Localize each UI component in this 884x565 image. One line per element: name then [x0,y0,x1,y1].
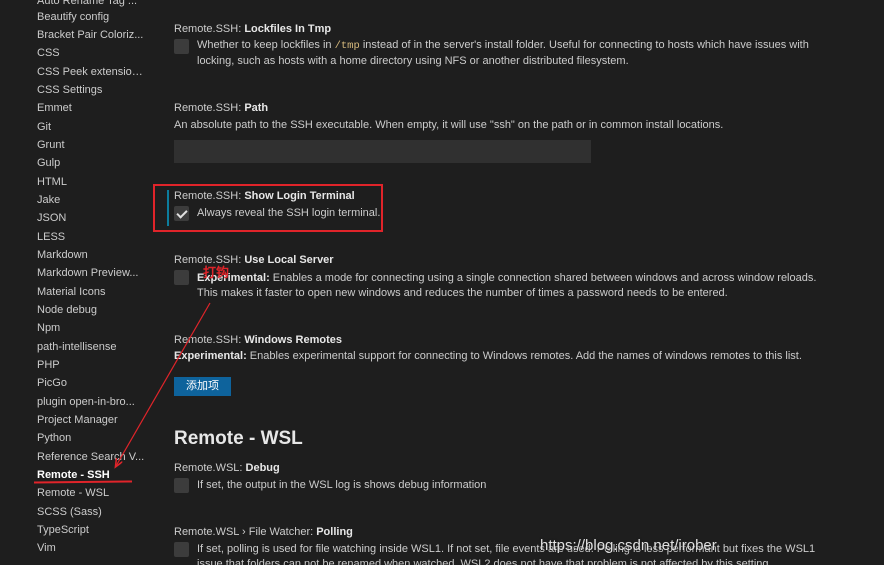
lockfiles-checkbox[interactable] [174,39,189,54]
add-item-button[interactable]: 添加项 [174,377,231,396]
setting-desc-use-local-server: Experimental: Enables a mode for connect… [197,271,837,301]
setting-prefix: Remote.WSL › File Watcher: [174,526,317,538]
sidebar-item[interactable]: HTML [37,175,147,189]
setting-prefix: Remote.SSH: [174,334,245,346]
setting-desc-lockfiles: Whether to keep lockfiles in /tmp instea… [197,38,837,69]
sidebar-item[interactable]: Remote - WSL [37,486,147,500]
sidebar-item[interactable]: PHP [37,358,147,372]
sidebar-item[interactable]: plugin open-in-bro... [37,395,147,409]
sidebar-item[interactable]: Material Icons [37,285,147,299]
sidebar-item[interactable]: Node debug [37,303,147,317]
settings-window: Auto Rename Tag ... Beautify config Bracke… [0,0,884,565]
setting-title-wsl-polling: Remote.WSL › File Watcher: Polling [174,525,353,539]
desc-bold: Experimental: [174,350,247,362]
setting-title-show-login-terminal: Remote.SSH: Show Login Terminal [174,189,355,203]
section-title-remote-wsl: Remote - WSL [174,428,303,449]
sidebar-item[interactable]: Python [37,431,147,445]
sidebar-item[interactable]: SCSS (Sass) [37,505,147,519]
desc-text: Enables experimental support for connect… [246,350,802,362]
sidebar-item[interactable]: CSS Peek extension... [37,65,147,79]
desc-text: Whether to keep lockfiles in [197,39,335,51]
setting-name: Windows Remotes [244,334,343,346]
setting-title-windows-remotes: Remote.SSH: Windows Remotes [174,333,342,347]
setting-prefix: Remote.SSH: [174,102,245,114]
sidebar-item[interactable]: Markdown [37,248,147,262]
sidebar-item[interactable]: path-intellisense [37,340,147,354]
sidebar-item[interactable]: Gulp [37,156,147,170]
setting-prefix: Remote.SSH: [174,190,245,202]
sidebar-item[interactable]: Npm [37,321,147,335]
sidebar-item[interactable]: Beautify config [37,10,147,24]
show-login-terminal-checkbox[interactable] [174,206,189,221]
sidebar-item[interactable]: CSS [37,46,147,60]
setting-prefix: Remote.WSL: [174,462,246,474]
sidebar-item[interactable]: Grunt [37,138,147,152]
sidebar-item[interactable]: PicGo [37,376,147,390]
sidebar-item[interactable]: Reference Search V... [37,450,147,464]
modified-indicator [167,190,169,226]
setting-prefix: Remote.SSH: [174,23,245,35]
setting-desc-windows-remotes: Experimental: Enables experimental suppo… [174,349,854,364]
sidebar-item[interactable]: Bracket Pair Coloriz... [37,28,147,42]
ssh-path-input[interactable] [174,140,591,163]
sidebar-item[interactable]: Project Manager [37,413,147,427]
sidebar-item[interactable]: LESS [37,230,147,244]
sidebar-item[interactable]: Emmet [37,101,147,115]
setting-name: Use Local Server [244,254,334,266]
setting-name: Path [244,102,269,114]
setting-name: Show Login Terminal [244,190,355,202]
sidebar-item[interactable]: Jake [37,193,147,207]
annotation-label: 打钩 [203,265,230,280]
setting-desc-wsl-polling: If set, polling is used for file watchin… [197,543,816,565]
sidebar-item[interactable]: CSS Settings [37,83,147,97]
sidebar-item[interactable]: Markdown Preview... [37,266,147,280]
sidebar-item[interactable]: Git [37,120,147,134]
sidebar-item[interactable]: Vim [37,541,147,555]
setting-desc-wsl-debug: If set, the output in the WSL log is sho… [197,479,487,491]
use-local-server-checkbox[interactable] [174,270,189,285]
sidebar-item[interactable]: JSON [37,211,147,225]
sidebar-item[interactable]: TypeScript [37,523,147,537]
sidebar-item[interactable]: Auto Rename Tag ... [37,0,147,8]
setting-title-path: Remote.SSH: Path [174,101,268,115]
wsl-debug-checkbox[interactable] [174,478,189,493]
settings-list: Remote.SSH: Lockfiles In Tmp Whether to … [150,0,884,565]
setting-title-use-local-server: Remote.SSH: Use Local Server [174,253,334,267]
setting-title-lockfiles: Remote.SSH: Lockfiles In Tmp [174,22,331,36]
setting-desc-show-login-terminal: Always reveal the SSH login terminal. [197,207,381,219]
setting-name: Lockfiles In Tmp [244,23,332,35]
setting-title-wsl-debug: Remote.WSL: Debug [174,461,280,475]
setting-desc-path: An absolute path to the SSH executable. … [174,119,724,131]
wsl-polling-checkbox[interactable] [174,542,189,557]
setting-name: Polling [316,526,353,538]
setting-name: Debug [245,462,280,474]
watermark: https://blog.csdn.net/irober [540,537,717,554]
desc-text: Enables a mode for connecting using a si… [197,272,817,299]
desc-code: /tmp [334,40,360,52]
